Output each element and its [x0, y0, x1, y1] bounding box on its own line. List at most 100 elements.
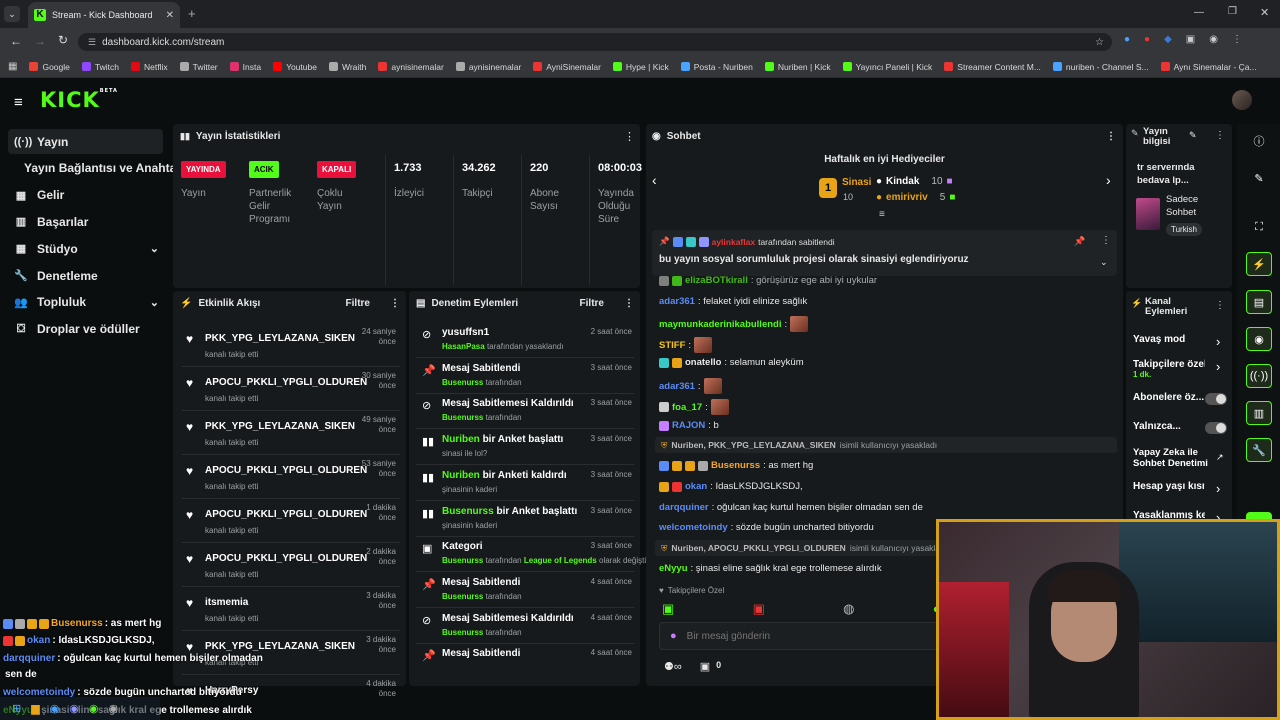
bookmark-item[interactable]: Twitter [174, 62, 224, 72]
expand-icon[interactable]: ⛶ [1246, 215, 1272, 239]
bookmark-item[interactable]: Aynı Sinemalar - Ça... [1155, 62, 1263, 72]
chevron-right-icon[interactable]: › [1216, 359, 1220, 374]
sidebar-item-4[interactable]: ▦ Stüdyo ⌄ [8, 236, 163, 261]
moderation-filter-button[interactable]: Filtre [580, 298, 604, 309]
sidebar-item-0[interactable]: ((·)) Yayın [8, 129, 163, 154]
activity-row[interactable]: ♥ APOCU_PKKLI_YPGLI_OLDUREN kanalı takip e… [182, 499, 400, 543]
emote-icon[interactable]: ◍ [843, 601, 854, 617]
chat-message[interactable]: maymunkaderinikabullendi: [659, 316, 809, 332]
chat-username[interactable]: adar361 [659, 296, 695, 307]
bookmark-item[interactable]: Youtube [267, 62, 323, 72]
bookmark-item[interactable]: nuriben - Channel S... [1047, 62, 1155, 72]
chat-message[interactable]: RAJON: b [659, 420, 719, 431]
bookmark-item[interactable]: Insta [224, 62, 267, 72]
site-info-icon[interactable]: ☰ [88, 37, 96, 48]
chat-message[interactable]: darqquiner: oğulcan kaç kurtul hemen biş… [659, 502, 923, 513]
spotify-icon[interactable]: ◉ [89, 702, 99, 715]
activity-row[interactable]: ♥ APOCU_PKKLI_YPGLI_OLDUREN kanalı takip e… [182, 543, 400, 587]
chat-message[interactable]: STIFF: [659, 337, 713, 353]
back-icon[interactable]: ← [10, 34, 22, 48]
gifters-next-icon[interactable]: › [1106, 172, 1111, 188]
reload-icon[interactable]: ↻ [58, 33, 68, 47]
windows-start-icon[interactable]: ⊞ [12, 702, 21, 715]
channel-action-item[interactable]: Yavaş mod [1133, 334, 1228, 345]
bookmark-item[interactable]: aynisinemalar [450, 62, 527, 72]
chat-username[interactable]: adar361 [659, 381, 695, 392]
chat-username[interactable]: foa_17 [672, 402, 702, 413]
broadcast-icon[interactable]: ((·)) [1246, 364, 1272, 388]
moderation-row[interactable]: ▮▮ Nuriben bir Anketi kaldırdı şinasinin k… [416, 466, 634, 501]
bookmark-item[interactable]: Hype | Kick [607, 62, 675, 72]
moderation-row[interactable]: ▣ Kategori Busenurss tarafından League of … [416, 537, 659, 573]
browser-icon[interactable]: ◉ [50, 702, 60, 715]
chat-message[interactable]: adar361: [659, 378, 722, 394]
activity-row[interactable]: ♥ APOCU_PKKLI_YPGLI_OLDUREN kanalı takip e… [182, 367, 400, 411]
emote-icon[interactable]: ▣ [753, 601, 765, 617]
activity-filter-button[interactable]: Filtre [346, 298, 370, 309]
chevron-down-icon[interactable]: ⌄ [1100, 257, 1108, 268]
chat-message[interactable]: adar361: felaket iyidi elinize sağlık [659, 296, 807, 307]
channel-action-item[interactable]: Yapay Zeka ile Sohbet Denetimi [1133, 447, 1228, 469]
chat-message[interactable]: okan: IdasLKSDJGLKSDJ, [659, 481, 803, 492]
sidebar-item-5[interactable]: 🔧 Denetleme [8, 263, 163, 288]
filter-icon[interactable]: ≡ [879, 209, 885, 220]
chat-username[interactable]: okan [685, 481, 707, 492]
chat-message[interactable]: eNyyu: şinasi eline sağlık kral ege trol… [659, 563, 882, 574]
chevron-right-icon[interactable]: › [1216, 334, 1220, 349]
bookmark-item[interactable]: Twitch [76, 62, 125, 72]
moderation-row[interactable]: 📌 Mesaj Sabitlendi 4 saat önce [416, 644, 634, 679]
channel-action-item[interactable]: Hesap yaşı kısıtla [1133, 481, 1228, 492]
kick-logo[interactable]: KICKBETA [40, 88, 118, 112]
close-tab-icon[interactable]: ✕ [166, 10, 174, 21]
wrench-icon[interactable]: 🔧 [1246, 438, 1272, 462]
gifters-prev-icon[interactable]: ‹ [652, 172, 657, 188]
minimize-icon[interactable]: — [1194, 7, 1204, 18]
external-link-icon[interactable]: ↗ [1216, 452, 1224, 463]
profile-icon[interactable]: ◉ [1209, 34, 1218, 45]
chat-username[interactable]: RAJON [672, 420, 705, 431]
toggle-switch[interactable] [1205, 393, 1227, 405]
activity-row[interactable]: ♥ PKK_YPG_LEYLAZANA_SIKEN kanalı takip ett… [182, 411, 400, 455]
moderation-row[interactable]: 📌 Mesaj Sabitlendi Busenurss tarafından 3 s… [416, 359, 634, 394]
edit-icon[interactable]: ✎ [1246, 166, 1272, 190]
moderation-row[interactable]: ⊘ Mesaj Sabitlemesi Kaldırıldı Busenurss t… [416, 609, 634, 644]
stream-info-menu-icon[interactable]: ⋮ [1215, 130, 1225, 141]
bookmark-item[interactable]: Netflix [125, 62, 174, 72]
sidebar-item-2[interactable]: ▦ Gelir [8, 183, 163, 208]
hamburger-menu-icon[interactable]: ≡ [14, 94, 23, 111]
folder-icon[interactable]: ▆ [31, 702, 39, 715]
sidebar-item-1[interactable]: Yayın Bağlantısı ve Anahtarı [8, 156, 184, 181]
bookmark-item[interactable]: aynisinemalar [372, 62, 449, 72]
emote-picker-icon[interactable]: ⚉∞ [664, 660, 682, 673]
browser-tab[interactable]: K Stream - Kick Dashboard ✕ [28, 2, 180, 28]
chat-message[interactable]: Busenurss: as mert hg [659, 460, 813, 471]
unpin-icon[interactable]: 📌 [1074, 236, 1085, 247]
toggle-switch[interactable] [1205, 422, 1227, 434]
chat-menu-icon[interactable]: ⋮ [1106, 131, 1116, 142]
extension-icon[interactable]: ● [1144, 34, 1150, 45]
avatar[interactable] [1232, 90, 1252, 110]
layout-icon[interactable]: ▥ [1246, 401, 1272, 425]
edit-icon[interactable]: ✎ [1189, 130, 1197, 141]
moderation-row[interactable]: ⊘ yusuffsn1 HasanPasa tarafından yasakland… [416, 323, 634, 358]
chat-icon[interactable]: ◉ [1246, 327, 1272, 351]
gift-box-icon[interactable]: ▣ [700, 660, 710, 673]
moderation-menu-icon[interactable]: ⋮ [624, 298, 634, 309]
bookmark-item[interactable]: Streamer Content M... [938, 62, 1047, 72]
window-close-icon[interactable]: ✕ [1260, 6, 1269, 19]
chat-username[interactable]: eNyyu [659, 563, 688, 574]
moderation-row[interactable]: 📌 Mesaj Sabitlendi Busenurss tarafından 4 s… [416, 573, 634, 608]
channel-action-item[interactable]: Takipçilere özel s1 dk. [1133, 359, 1228, 379]
chat-username[interactable]: Busenurss [711, 460, 760, 471]
obs-icon[interactable]: ◉ [109, 702, 119, 715]
bookmark-star-icon[interactable]: ☆ [1095, 37, 1104, 48]
chat-username[interactable]: maymunkaderinikabullendi [659, 319, 781, 330]
chat-username[interactable]: STIFF [659, 340, 685, 351]
chat-username[interactable]: darqquiner [659, 502, 709, 513]
activity-row[interactable]: ♥ PKK_YPG_LEYLAZANA_SIKEN kanalı takip ett… [182, 323, 400, 367]
chat-message[interactable]: foa_17: [659, 399, 729, 415]
menu-dots-icon[interactable]: ⋮ [1232, 34, 1242, 45]
chevron-right-icon[interactable]: › [1216, 481, 1220, 496]
sidebar-item-3[interactable]: ▥ Başarılar [8, 209, 163, 234]
moderation-row[interactable]: ⊘ Mesaj Sabitlemesi Kaldırıldı Busenurss t… [416, 394, 634, 430]
